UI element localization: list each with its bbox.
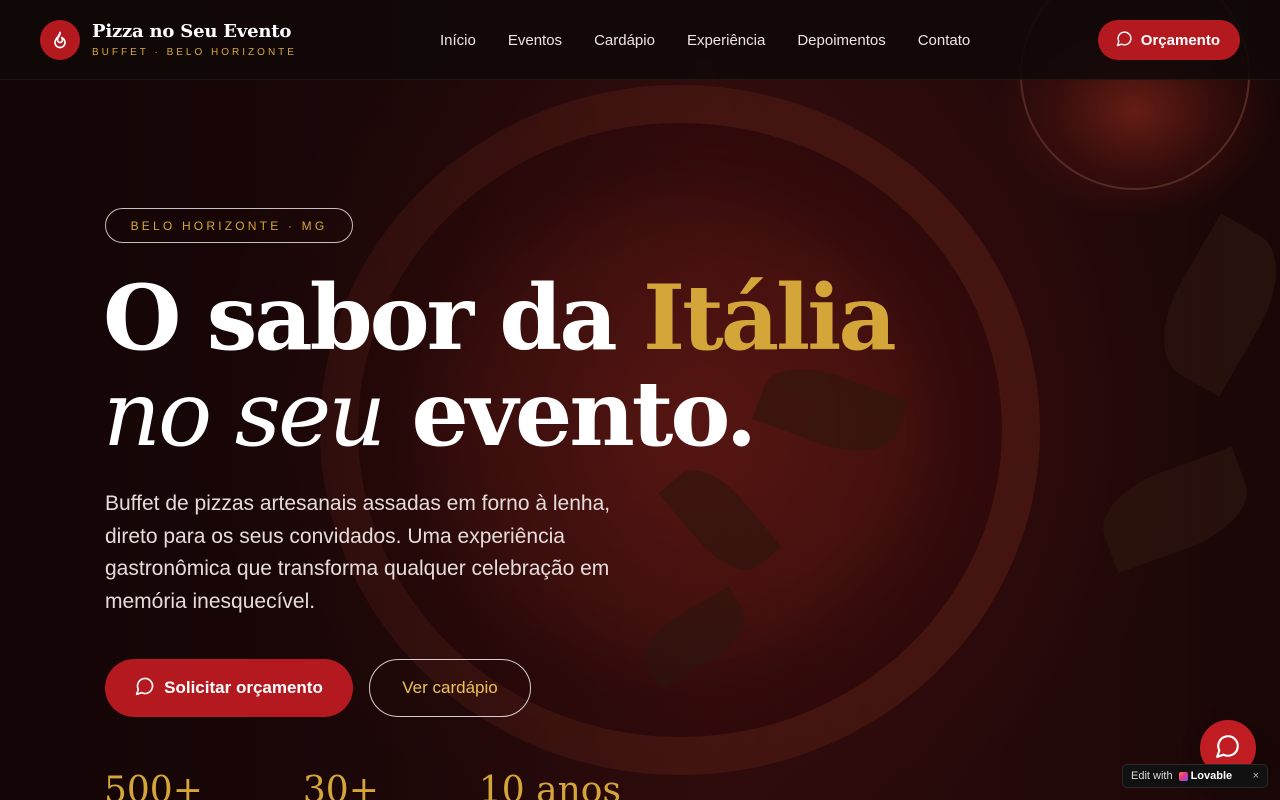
orcamento-button[interactable]: Orçamento <box>1097 20 1240 60</box>
stat-value: 10 anos <box>478 770 621 800</box>
nav-link-cardapio[interactable]: Cardápio <box>594 32 655 49</box>
logo-subtitle: BUFFET · BELO HORIZONTE <box>92 47 297 58</box>
stats-row: 500+ 30+ 10 anos <box>104 770 621 800</box>
site-header: Pizza no Seu Evento BUFFET · BELO HORIZO… <box>0 0 1280 80</box>
ver-cardapio-button[interactable]: Ver cardápio <box>369 659 531 717</box>
lovable-brand-text: Lovable <box>1190 770 1233 782</box>
headline-text: O sabor da <box>103 265 644 371</box>
chat-bubble-icon <box>135 676 155 701</box>
hero-headline: O sabor da Itália no seu evento. <box>103 270 903 463</box>
location-text: BELO HORIZONTE · MG <box>130 218 328 233</box>
stat-value: 30+ <box>302 770 379 800</box>
headline-text: evento. <box>383 361 758 467</box>
nav-link-contato[interactable]: Contato <box>918 32 971 49</box>
flame-icon <box>40 19 80 60</box>
nav-link-depoimentos[interactable]: Depoimentos <box>797 32 885 49</box>
lovable-edit-text: Edit with <box>1131 770 1173 782</box>
lovable-badge[interactable]: Edit with Lovable × <box>1122 764 1268 788</box>
solicitar-orcamento-label: Solicitar orçamento <box>164 678 323 697</box>
headline-italic: no seu <box>103 362 386 467</box>
headline-highlight: Itália <box>643 265 897 371</box>
location-badge: BELO HORIZONTE · MG <box>105 208 353 243</box>
orcamento-button-label: Orçamento <box>1140 31 1220 49</box>
nav-link-inicio[interactable]: Início <box>440 32 476 49</box>
lovable-brand: Lovable <box>1178 770 1233 782</box>
chat-bubble-icon <box>1116 30 1133 51</box>
nav-link-eventos[interactable]: Eventos <box>508 32 562 49</box>
ver-cardapio-label: Ver cardápio <box>402 678 498 697</box>
lovable-logo-icon <box>1178 771 1188 781</box>
chat-bubble-icon <box>1215 733 1241 764</box>
main-nav: Início Eventos Cardápio Experiência Depo… <box>440 0 970 80</box>
close-icon[interactable]: × <box>1253 770 1259 782</box>
hero-description: Buffet de pizzas artesanais assadas em f… <box>105 492 611 613</box>
logo[interactable]: Pizza no Seu Evento BUFFET · BELO HORIZO… <box>40 19 297 60</box>
logo-title: Pizza no Seu Evento <box>92 21 292 42</box>
stat-value: 500+ <box>104 770 203 800</box>
solicitar-orcamento-button[interactable]: Solicitar orçamento <box>105 659 353 717</box>
nav-link-experiencia[interactable]: Experiência <box>687 32 765 49</box>
